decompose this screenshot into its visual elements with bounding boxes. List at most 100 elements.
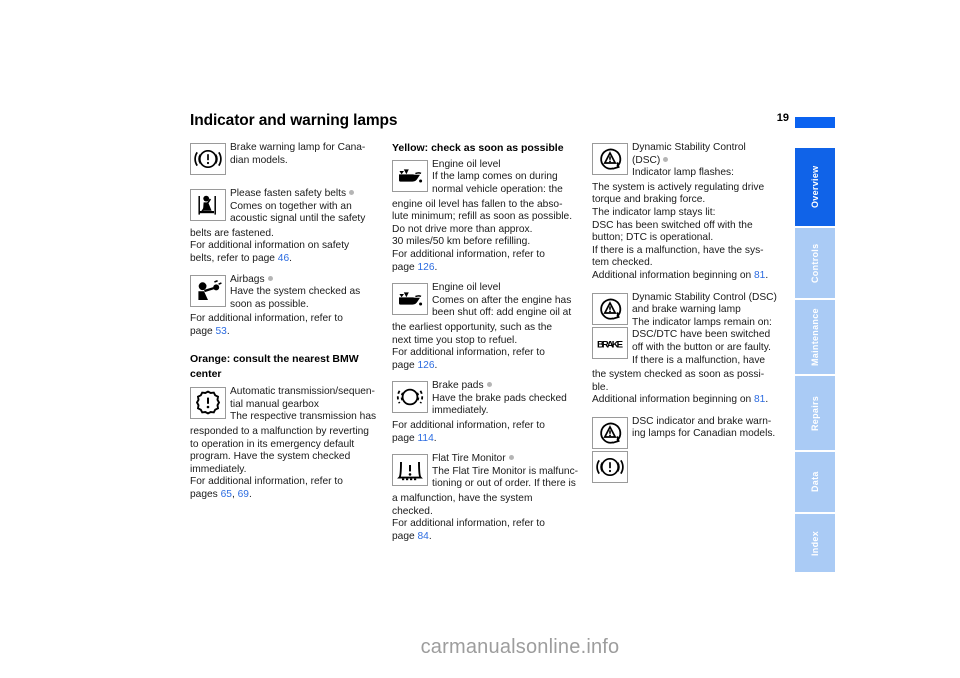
watermark: carmanualsonline.info bbox=[420, 636, 620, 658]
entry-continuation: If there is a malfunction, have the sys- bbox=[592, 244, 764, 256]
entry-line: Have the system checked as bbox=[230, 286, 361, 298]
entry-continuation: ble. bbox=[592, 381, 609, 393]
entry-line: and brake warning lamp bbox=[632, 304, 741, 316]
sidebar-tab-label: Repairs bbox=[810, 395, 820, 431]
sidebar-tab-maintenance[interactable]: Maintenance bbox=[795, 300, 835, 374]
brake-warning-canadian-icon bbox=[592, 450, 628, 483]
entry-title: Dynamic Stability Control bbox=[632, 142, 746, 153]
entry-continuation: The indicator lamp stays lit: bbox=[592, 206, 716, 218]
entry-continuation: For additional information on safety bbox=[190, 240, 350, 252]
status-dot bbox=[508, 455, 514, 461]
entry-continuation: For additional information, refer to bbox=[392, 248, 545, 260]
entry-brake-warning-canadian: Brake warning lamp for Cana- dian models… bbox=[190, 142, 385, 177]
entry-line: Indicator lamp flashes: bbox=[632, 167, 734, 179]
page-reference-link[interactable]: 46 bbox=[278, 253, 289, 264]
entry-engine-oil-shutoff: Engine oil level Comes on after the engi… bbox=[392, 282, 587, 320]
sidebar-tab-controls[interactable]: Controls bbox=[795, 228, 835, 298]
entry-continuation: For additional information, refer to bbox=[190, 476, 343, 488]
page-reference-link[interactable]: 114 bbox=[418, 433, 434, 444]
svg-text:BRAKE: BRAKE bbox=[597, 339, 624, 350]
text-fragment: . bbox=[434, 261, 438, 273]
entry-continuation: checked. bbox=[392, 505, 433, 517]
text-fragment: pages bbox=[190, 488, 221, 500]
entry-text: Dynamic Stability Control (DSC) Indicato… bbox=[632, 142, 787, 180]
entry-text: Automatic transmission/sequen- tial manu… bbox=[230, 386, 385, 424]
entry-safety-belts: Please fasten safety belts Comes on toge… bbox=[190, 188, 385, 226]
entry-title-text: Brake pads bbox=[432, 380, 484, 392]
entry-line: tial manual gearbox bbox=[230, 398, 319, 410]
text-fragment: Additional information beginning on bbox=[592, 269, 754, 281]
sidebar-tab-data[interactable]: Data bbox=[795, 452, 835, 512]
sidebar-tab-label: Maintenance bbox=[810, 308, 820, 366]
entry-continuation: the earliest opportunity, such as the bbox=[392, 321, 553, 333]
text-fragment: page bbox=[392, 530, 418, 542]
entry-continuation: The system is actively regulating drive bbox=[592, 181, 765, 193]
text-fragment: . bbox=[289, 252, 292, 264]
page-reference-link[interactable]: 84 bbox=[418, 531, 429, 542]
entry-continuation: next time you stop to refuel. bbox=[392, 334, 518, 346]
text-fragment: page bbox=[392, 432, 418, 444]
icon-container: BRAKE bbox=[592, 292, 628, 361]
text-fragment: . bbox=[226, 325, 230, 337]
entry-continuation: responded to a malfunction by reverting bbox=[190, 425, 369, 437]
entry-text: Please fasten safety belts Comes on toge… bbox=[230, 188, 385, 226]
entry-title: Brake warning lamp for Cana- bbox=[230, 142, 366, 153]
entry-continuation: page 84. bbox=[392, 531, 587, 544]
page-reference-link[interactable]: 65 bbox=[221, 489, 232, 500]
sidebar-tab-index[interactable]: Index bbox=[795, 514, 835, 572]
automatic-transmission-icon bbox=[190, 387, 226, 420]
text-fragment: . bbox=[428, 530, 432, 542]
entry-line: normal vehicle operation: the bbox=[432, 183, 563, 195]
entry-title: Flat Tire Monitor bbox=[432, 453, 587, 466]
entry-text: Dynamic Stability Control (DSC) and brak… bbox=[632, 292, 787, 368]
entry-line: (DSC) bbox=[632, 155, 787, 168]
entry-continuation: torque and braking force. bbox=[592, 194, 706, 206]
sidebar-tab-repairs[interactable]: Repairs bbox=[795, 376, 835, 450]
entry-line: If there is a malfunction, have bbox=[632, 354, 766, 366]
entry-continuation: Do not drive more than approx. bbox=[392, 223, 533, 235]
manual-page: Indicator and warning lamps 19 Brake war… bbox=[0, 0, 960, 678]
section-tabs: Overview Controls Maintenance Repairs Da… bbox=[795, 148, 835, 574]
entry-title: Automatic transmission/sequen- bbox=[230, 386, 375, 398]
page-reference-link[interactable]: 126 bbox=[418, 360, 435, 371]
page-reference-link[interactable]: 81 bbox=[754, 270, 765, 281]
status-dot bbox=[267, 275, 273, 281]
entry-line: immediately. bbox=[432, 405, 489, 417]
brake-warning-canadian-icon bbox=[190, 143, 226, 175]
page-reference-link[interactable]: 126 bbox=[418, 262, 435, 273]
entry-airbags: Airbags Have the system checked as soon … bbox=[190, 274, 385, 312]
entry-line: DSC/DTC have been switched bbox=[632, 329, 771, 341]
sidebar-tab-overview[interactable]: Overview bbox=[795, 148, 835, 226]
text-fragment: . bbox=[248, 488, 252, 500]
entry-title: Airbags bbox=[230, 274, 385, 287]
entry-title: Please fasten safety belts bbox=[230, 188, 385, 201]
entry-line: If the lamp comes on during bbox=[432, 171, 558, 183]
page-reference-link[interactable]: 81 bbox=[754, 394, 765, 405]
engine-oil-icon bbox=[392, 159, 428, 192]
dsc-icon bbox=[592, 416, 628, 449]
entry-line: ing lamps for Canadian models. bbox=[632, 428, 776, 440]
entry-continuation: Additional information beginning on 81. bbox=[592, 394, 787, 407]
entry-continuation: the system checked as soon as possi- bbox=[592, 369, 765, 381]
entry-text: Flat Tire Monitor The Flat Tire Monitor … bbox=[432, 453, 587, 491]
entry-continuation: For additional information, refer to bbox=[392, 518, 545, 530]
page-reference-link[interactable]: 53 bbox=[216, 326, 227, 337]
page-reference-link[interactable]: 69 bbox=[238, 489, 249, 500]
status-dot bbox=[486, 382, 492, 388]
entry-continuation: pages 65, 69. bbox=[190, 489, 385, 502]
icon-container bbox=[592, 143, 628, 177]
entry-continuation: page 126. bbox=[392, 262, 587, 275]
dsc-icon bbox=[592, 143, 628, 175]
entry-engine-oil-running: Engine oil level If the lamp comes on du… bbox=[392, 159, 587, 197]
entry-continuation: 30 miles/50 km before refilling. bbox=[392, 236, 531, 248]
entry-line: Comes on together with an bbox=[230, 200, 352, 212]
entry-flat-tire-monitor: Flat Tire Monitor The Flat Tire Monitor … bbox=[392, 453, 587, 491]
entry-text: Brake warning lamp for Cana- dian models… bbox=[230, 142, 385, 167]
entry-continuation: to operation in its emergency default bbox=[190, 438, 355, 450]
sidebar-tab-label: Overview bbox=[810, 165, 820, 209]
text-fragment: . bbox=[434, 359, 438, 371]
entry-title-text: Flat Tire Monitor bbox=[432, 453, 506, 465]
entry-continuation: Additional information beginning on 81. bbox=[592, 270, 787, 283]
text-fragment: belts, refer to page bbox=[190, 252, 278, 264]
entry-continuation: For additional information, refer to bbox=[190, 313, 343, 325]
